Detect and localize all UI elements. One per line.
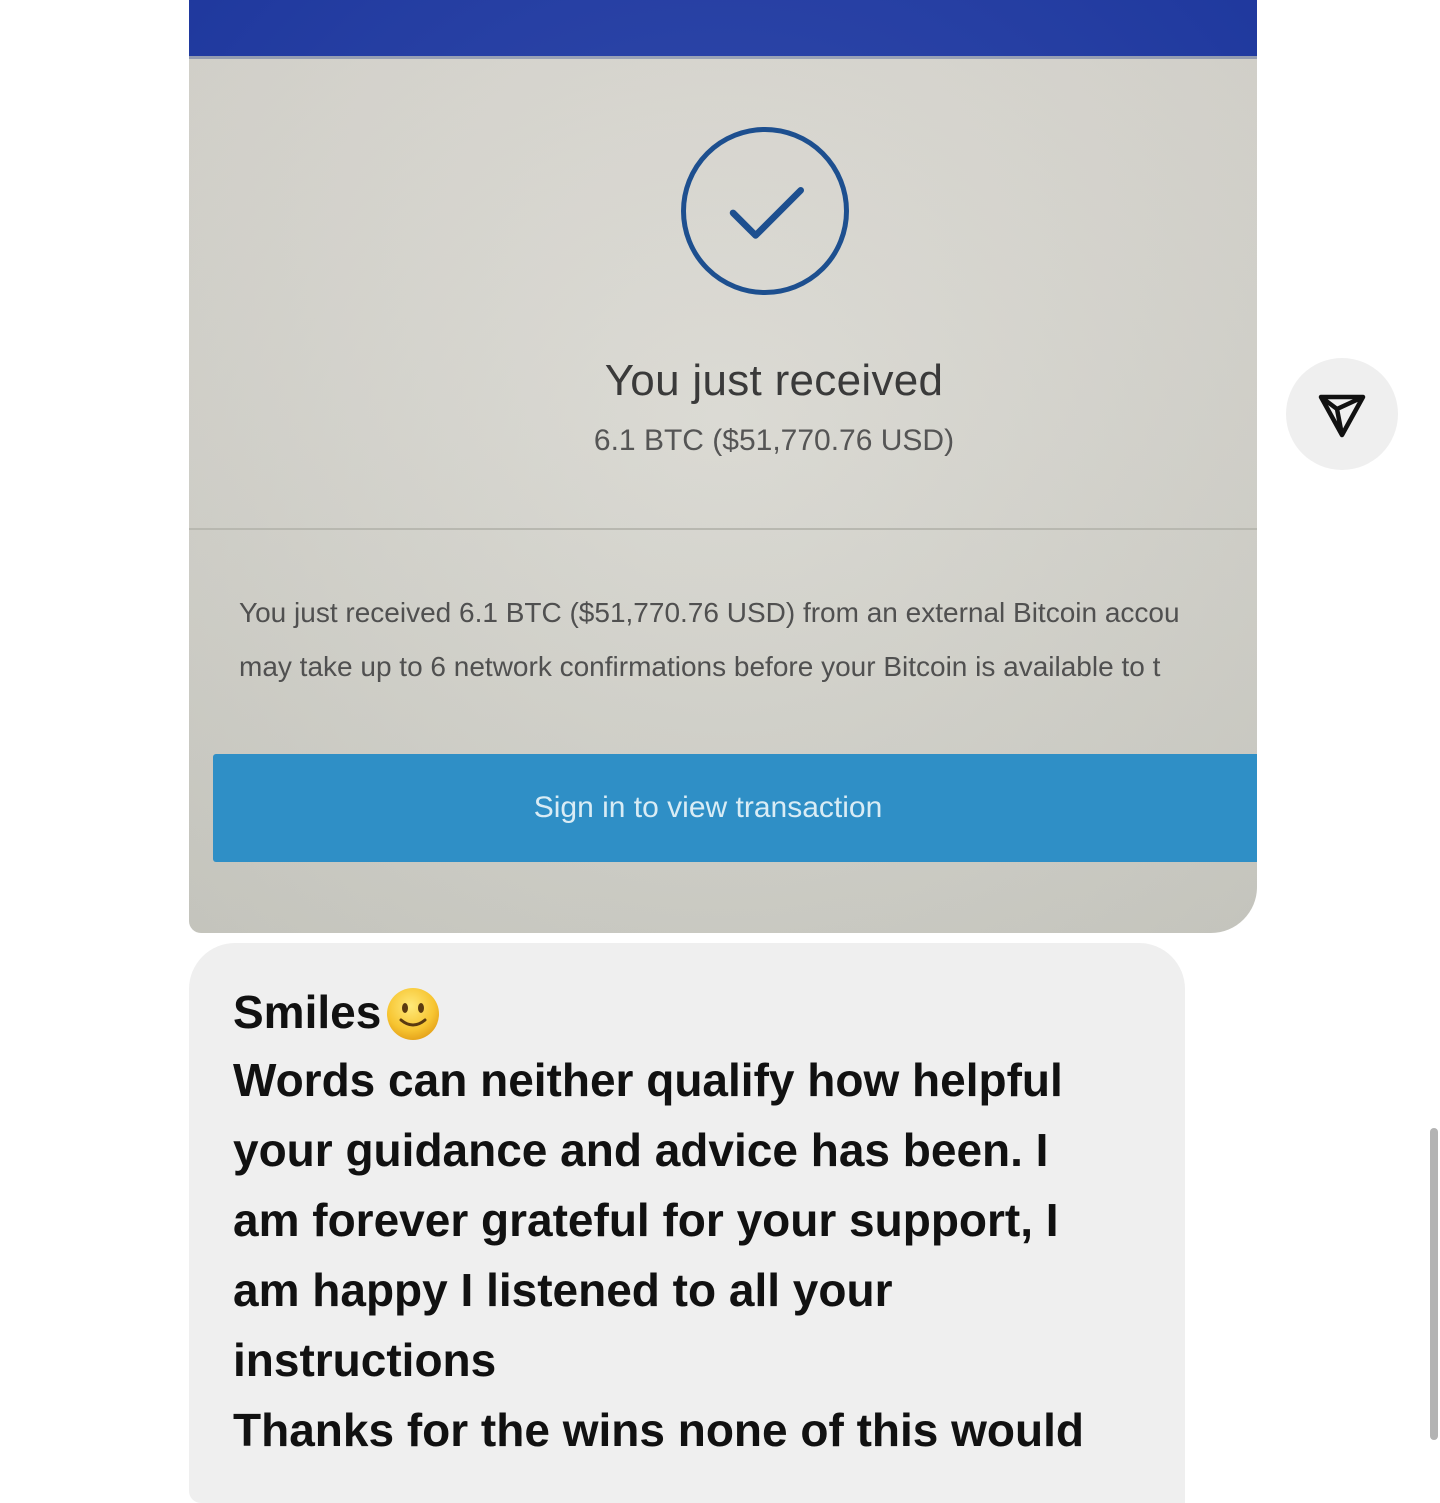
message-line: am happy I listened to all your [233, 1264, 893, 1316]
message-line: instructions [233, 1334, 497, 1386]
checkmark-circle-icon [681, 127, 849, 295]
receipt-description-line: may take up to 6 network confirmations b… [239, 651, 1161, 682]
receipt-description-line: You just received 6.1 BTC ($51,770.76 US… [239, 597, 1180, 628]
scrollbar[interactable] [1430, 1128, 1438, 1440]
received-title: You just received [604, 356, 944, 405]
message-line: Words can neither qualify how helpful [233, 1054, 1063, 1106]
received-amount: 6.1 BTC ($51,770.76 USD) [593, 424, 955, 457]
message-line: Thanks for the wins none of this would [233, 1404, 1084, 1456]
message-line: Smiles [233, 979, 1185, 1045]
share-button[interactable] [1286, 358, 1398, 470]
slightly-smiling-face-emoji-icon [387, 988, 440, 1040]
receipt-description: You just received 6.1 BTC ($51,770.76 US… [239, 586, 1257, 694]
message-line: your guidance and advice has been. I [233, 1124, 1049, 1176]
divider [189, 528, 1257, 530]
message-line: am forever grateful for your support, I [233, 1194, 1059, 1246]
text-message[interactable]: Smiles Words can neither qualify how hel… [189, 943, 1185, 1503]
photo-header-bar [189, 0, 1257, 59]
sign-in-button: Sign in to view transaction [213, 754, 1257, 862]
message-first-line: Smiles [233, 986, 382, 1038]
image-message[interactable]: You just received 6.1 BTC ($51,770.76 US… [189, 0, 1257, 933]
send-icon [1318, 394, 1366, 438]
